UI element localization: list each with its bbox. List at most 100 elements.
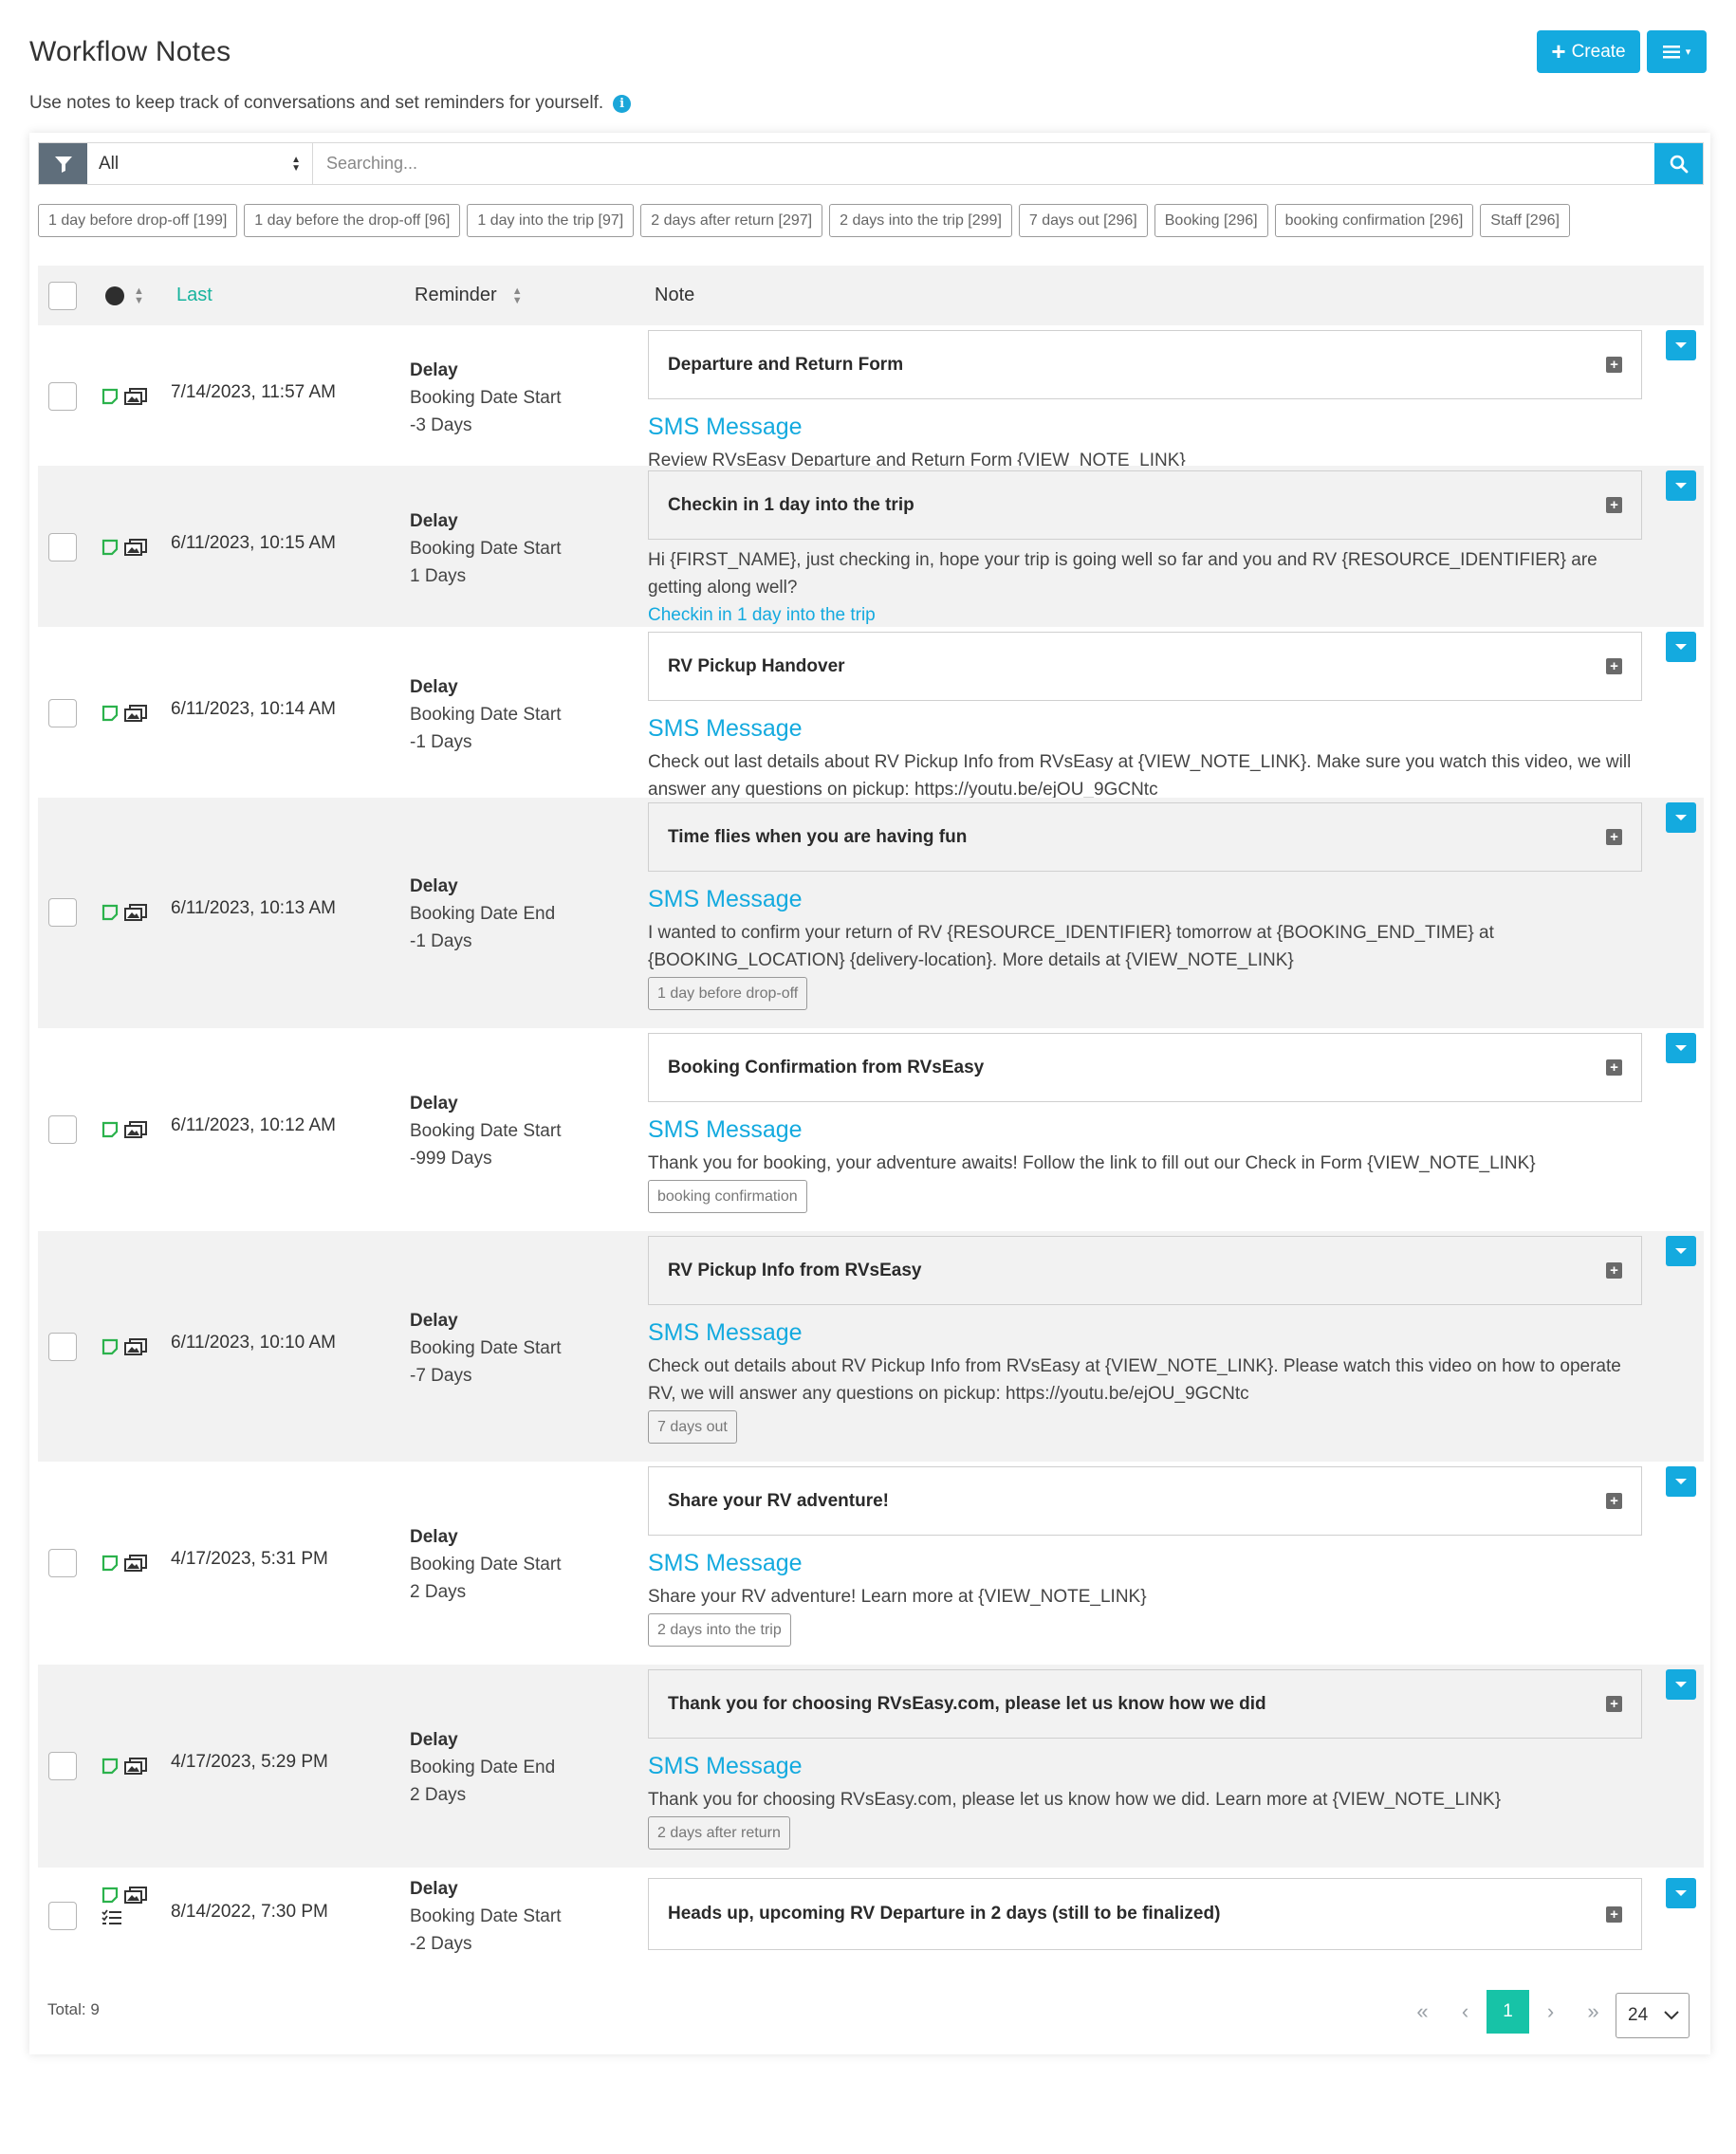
- table-row: 6/11/2023, 10:13 AM Delay Booking Date E…: [38, 798, 1704, 1028]
- note-title-box[interactable]: Thank you for choosing RVsEasy.com, plea…: [648, 1669, 1642, 1739]
- caret-down-icon: [1675, 483, 1687, 488]
- filter-select-value: All: [99, 153, 120, 174]
- table-header: ▲ ▼ Last Reminder ▲ ▼ Note: [38, 266, 1704, 325]
- menu-button[interactable]: ▾: [1647, 30, 1707, 73]
- row-actions-dropdown[interactable]: [1666, 470, 1696, 501]
- row-date: 6/11/2023, 10:15 AM: [171, 533, 336, 553]
- note-link[interactable]: Checkin in 1 day into the trip: [648, 601, 1642, 629]
- note-title-box[interactable]: Booking Confirmation from RVsEasy +: [648, 1033, 1642, 1102]
- sort-icon: ▲ ▼: [511, 285, 523, 306]
- tag-filter-chip[interactable]: 1 day before the drop-off [96]: [244, 204, 461, 237]
- notes-table-body: 7/14/2023, 11:57 AM Delay Booking Date S…: [38, 325, 1704, 1962]
- row-checkbox[interactable]: [48, 699, 77, 727]
- row-icons: [102, 1121, 151, 1138]
- sort-icon: ▲ ▼: [134, 285, 144, 306]
- expand-icon[interactable]: +: [1606, 658, 1622, 674]
- prev-page-button[interactable]: ‹: [1444, 1990, 1487, 2034]
- row-checkbox[interactable]: [48, 382, 77, 411]
- search-input[interactable]: [313, 143, 1654, 184]
- expand-icon[interactable]: +: [1606, 1696, 1622, 1712]
- reminder-offset: -7 Days: [410, 1366, 472, 1386]
- note-type: SMS Message: [648, 1116, 803, 1143]
- tag-filter-chip[interactable]: 2 days after return [297]: [640, 204, 823, 237]
- page-title: Workflow Notes: [29, 36, 231, 67]
- row-checkbox[interactable]: [48, 1752, 77, 1780]
- note-tag[interactable]: 1 day before drop-off: [648, 977, 808, 1010]
- row-reminder: Delay Booking Date Start 1 Days: [410, 507, 561, 590]
- create-button[interactable]: + Create: [1537, 30, 1640, 73]
- caret-down-icon: [1675, 1890, 1687, 1896]
- images-icon: [124, 1887, 147, 1904]
- note-title-box[interactable]: Time flies when you are having fun +: [648, 802, 1642, 872]
- row-actions-dropdown[interactable]: [1666, 1878, 1696, 1908]
- row-date: 4/17/2023, 5:29 PM: [171, 1752, 328, 1772]
- note-icon: [102, 539, 119, 556]
- tag-filter-chip[interactable]: Staff [296]: [1480, 204, 1570, 237]
- reminder-base: Booking Date Start: [410, 705, 562, 725]
- note-title-box[interactable]: Checkin in 1 day into the trip +: [648, 470, 1642, 540]
- expand-icon[interactable]: +: [1606, 1059, 1622, 1076]
- note-title-box[interactable]: RV Pickup Info from RVsEasy +: [648, 1236, 1642, 1305]
- table-row: 6/11/2023, 10:15 AM Delay Booking Date S…: [38, 466, 1704, 627]
- note-text: I wanted to confirm your return of RV {R…: [648, 923, 1494, 970]
- caret-down-icon: [1675, 1479, 1687, 1484]
- expand-icon[interactable]: +: [1606, 1493, 1622, 1509]
- top-actions: + Create ▾: [1537, 30, 1707, 73]
- expand-icon[interactable]: +: [1606, 1262, 1622, 1279]
- note-title: RV Pickup Info from RVsEasy: [668, 1260, 922, 1280]
- row-checkbox[interactable]: [48, 1333, 77, 1361]
- expand-icon[interactable]: +: [1606, 829, 1622, 845]
- tag-filter-chip[interactable]: Booking [296]: [1154, 204, 1268, 237]
- reminder-base: Booking Date Start: [410, 1555, 562, 1574]
- note-title-box[interactable]: Share your RV adventure! +: [648, 1466, 1642, 1536]
- note-text: Check out last details about RV Pickup I…: [648, 752, 1632, 800]
- reminder-type: Delay: [410, 360, 458, 380]
- row-actions-dropdown[interactable]: [1666, 802, 1696, 833]
- first-page-button[interactable]: «: [1401, 1990, 1444, 2034]
- note-title-box[interactable]: Heads up, upcoming RV Departure in 2 day…: [648, 1878, 1642, 1950]
- status-column-header[interactable]: ▲ ▼: [105, 266, 144, 325]
- tag-filter-chip[interactable]: 1 day before drop-off [199]: [38, 204, 238, 237]
- next-page-button[interactable]: ›: [1529, 1990, 1572, 2034]
- note-title-box[interactable]: RV Pickup Handover +: [648, 632, 1642, 701]
- note-tag[interactable]: 2 days after return: [648, 1816, 790, 1850]
- search-button[interactable]: [1654, 143, 1703, 184]
- row-actions-dropdown[interactable]: [1666, 1033, 1696, 1063]
- images-icon: [124, 904, 147, 921]
- row-checkbox[interactable]: [48, 898, 77, 927]
- expand-icon[interactable]: +: [1606, 1905, 1622, 1923]
- note-tag[interactable]: 2 days into the trip: [648, 1613, 791, 1647]
- column-last[interactable]: Last: [176, 266, 212, 325]
- expand-icon[interactable]: +: [1606, 497, 1622, 513]
- info-icon[interactable]: i: [613, 94, 632, 113]
- reminder-type: Delay: [410, 511, 458, 531]
- tag-filter-chip[interactable]: 7 days out [296]: [1018, 204, 1148, 237]
- page-size-select[interactable]: 24: [1616, 1993, 1690, 2038]
- row-checkbox[interactable]: [48, 533, 77, 562]
- filter-button[interactable]: [39, 143, 87, 184]
- row-actions-dropdown[interactable]: [1666, 1236, 1696, 1266]
- row-actions-dropdown[interactable]: [1666, 632, 1696, 662]
- tag-filter-chip[interactable]: 2 days into the trip [299]: [829, 204, 1012, 237]
- last-page-button[interactable]: »: [1572, 1990, 1615, 2034]
- row-date: 6/11/2023, 10:10 AM: [171, 1333, 336, 1353]
- row-checkbox[interactable]: [48, 1115, 77, 1144]
- tag-filter-chip[interactable]: 1 day into the trip [97]: [467, 204, 635, 237]
- row-actions-dropdown[interactable]: [1666, 330, 1696, 360]
- table-row: 6/11/2023, 10:10 AM Delay Booking Date S…: [38, 1231, 1704, 1462]
- total-count: Total: 9: [47, 2000, 100, 2018]
- note-tag[interactable]: booking confirmation: [648, 1180, 807, 1213]
- expand-icon[interactable]: +: [1606, 357, 1622, 373]
- note-title-box[interactable]: Departure and Return Form +: [648, 330, 1642, 399]
- column-reminder[interactable]: Reminder ▲ ▼: [415, 266, 523, 325]
- filter-select[interactable]: All ▲ ▼: [87, 143, 313, 184]
- row-actions-dropdown[interactable]: [1666, 1669, 1696, 1700]
- row-checkbox[interactable]: [48, 1549, 77, 1577]
- row-actions-dropdown[interactable]: [1666, 1466, 1696, 1497]
- note-title: Share your RV adventure!: [668, 1490, 890, 1511]
- note-tag[interactable]: 7 days out: [648, 1410, 737, 1444]
- select-all-checkbox[interactable]: [48, 281, 77, 310]
- current-page-button[interactable]: 1: [1487, 1990, 1529, 2034]
- tag-filter-chip[interactable]: booking confirmation [296]: [1274, 204, 1474, 237]
- row-checkbox[interactable]: [48, 1902, 77, 1930]
